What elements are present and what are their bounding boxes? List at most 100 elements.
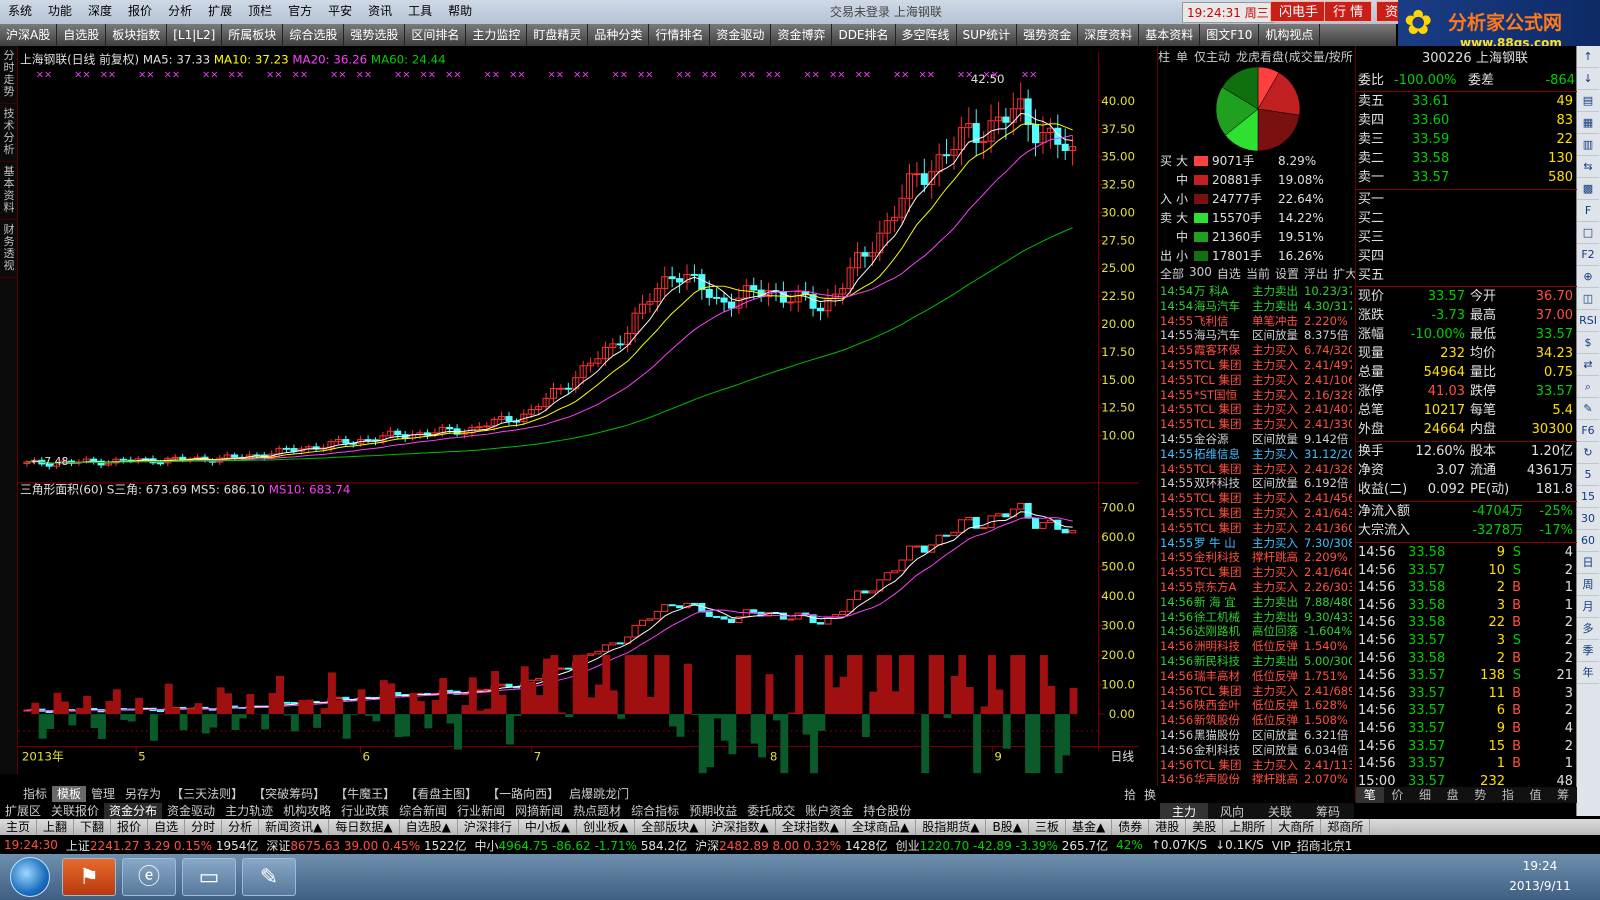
right-tool-button[interactable]: 5 — [1577, 464, 1599, 486]
trade-alert-row[interactable]: 14:56 新 海 宜 主力卖出 7.88/480 — [1158, 595, 1352, 610]
nav-item[interactable]: 全球商品▲ — [846, 819, 917, 835]
nav-item[interactable]: 港股 — [1149, 819, 1187, 835]
toolbar-button[interactable]: 品种分类 — [588, 24, 650, 46]
left-tab[interactable]: 分时走势 — [0, 46, 18, 104]
nav-item[interactable]: 沪深指数▲ — [706, 819, 776, 835]
function-tab[interactable]: 综合新闻 — [394, 803, 452, 819]
right-tool-button[interactable]: ↑ — [1577, 46, 1599, 68]
trade-alert-row[interactable]: 14:55 金利科技 撑杆跳高 2.209% — [1158, 550, 1352, 565]
right-tool-button[interactable]: ▤ — [1577, 90, 1599, 112]
menu-item[interactable]: 功能 — [40, 0, 80, 22]
right-tool-button[interactable]: 日 — [1577, 552, 1599, 574]
function-tab[interactable]: 委托成交 — [742, 803, 800, 819]
menu-item[interactable]: 工具 — [400, 0, 440, 22]
function-tab[interactable]: 资金分布 — [104, 803, 163, 819]
nav-item[interactable]: 郑商所 — [1321, 819, 1371, 835]
right-tool-button[interactable]: □ — [1577, 222, 1599, 244]
trade-alert-row[interactable]: 14:55 海马汽车 区间放量 8.375倍 — [1158, 328, 1352, 343]
function-tab[interactable]: 行业新闻 — [452, 803, 510, 819]
trade-alert-row[interactable]: 14:55 双环科技 区间放量 6.192倍 — [1158, 476, 1352, 491]
toolbar-button[interactable]: 资金博弈 — [771, 24, 833, 46]
trade-alert-row[interactable]: 14:55 京东方A 主力买入 2.26/303 — [1158, 580, 1352, 595]
trade-alert-row[interactable]: 14:56 TCL 集团 主力买入 2.41/689 — [1158, 684, 1352, 699]
index-zx[interactable]: 中小4964.75 -86.62 -1.71% 584.2亿 — [475, 837, 688, 854]
right-tool-button[interactable]: $ — [1577, 332, 1599, 354]
trade-alert-row[interactable]: 14:55 TCL 集团 主力买入 2.41/360 — [1158, 521, 1352, 536]
menu-item[interactable]: 报价 — [120, 0, 160, 22]
right-tool-button[interactable]: ◫ — [1577, 288, 1599, 310]
trade-alert-row[interactable]: 14:56 瑞丰高材 低位反弹 1.751% — [1158, 669, 1352, 684]
right-tool-button[interactable]: F — [1577, 200, 1599, 222]
indicator-tab[interactable]: 【牛魔王】 — [330, 786, 400, 802]
trade-alert-row[interactable]: 14:55 TCL 集团 主力买入 2.41/328 — [1158, 462, 1352, 477]
trade-alert-row[interactable]: 14:55 拓维信息 主力买入 31.12/20 — [1158, 447, 1352, 462]
filter-button[interactable]: 全部 — [1160, 265, 1184, 282]
right-tool-button[interactable]: 15 — [1577, 486, 1599, 508]
right-tool-button[interactable]: ▦ — [1577, 112, 1599, 134]
toolbar-button[interactable]: 沪深A股 — [0, 24, 58, 46]
right-tool-button[interactable]: ✎ — [1577, 398, 1599, 420]
indicator-tab[interactable]: 指标 — [18, 786, 52, 802]
trade-alert-row[interactable]: 14:55 霞客环保 主力买入 6.74/320 — [1158, 343, 1352, 358]
nav-item[interactable]: 分时 — [185, 819, 223, 835]
toolbar-button[interactable]: 基本资料 — [1139, 24, 1201, 46]
filter-button[interactable]: 300 — [1189, 265, 1212, 282]
menu-item[interactable]: 平安 — [320, 0, 360, 22]
quote-tab[interactable]: 笔 — [1356, 787, 1384, 803]
fund-tab[interactable]: 仅主动 — [1194, 48, 1230, 64]
trade-alert-row[interactable]: 14:55 TCL 集团 主力买入 2.41/643 — [1158, 506, 1352, 521]
index-hs[interactable]: 沪深2482.89 8.00 0.32% 1428亿 — [695, 837, 887, 854]
quote-tab[interactable]: 值 — [1522, 787, 1550, 803]
indicator-tab[interactable]: 管理 — [86, 786, 120, 802]
trade-alert-row[interactable]: 14:55 TCL 集团 主力买入 2.41/456 — [1158, 491, 1352, 506]
trade-panel-tab[interactable]: 主力 — [1160, 803, 1209, 819]
nav-item[interactable]: B股▲ — [986, 819, 1029, 835]
trade-alert-row[interactable]: 14:56 华声股份 撑杆跳高 2.070% — [1158, 772, 1352, 784]
nav-item[interactable]: 创业板▲ — [577, 819, 636, 835]
trade-alert-row[interactable]: 14:55 金谷源 区间放量 9.142倍 — [1158, 432, 1352, 447]
menu-item[interactable]: 帮助 — [440, 0, 480, 22]
nav-item[interactable]: 全球指数▲ — [776, 819, 846, 835]
right-tool-button[interactable]: F6 — [1577, 420, 1599, 442]
function-tab[interactable]: 综合指标 — [626, 803, 684, 819]
mini-tab[interactable]: 拾 — [1124, 786, 1136, 803]
menu-item[interactable]: 系统 — [0, 0, 40, 22]
nav-item[interactable]: 自选 — [148, 819, 186, 835]
hangqing-button[interactable]: 行 情 — [1324, 1, 1373, 22]
indicator-tab[interactable]: 【看盘主图】 — [400, 786, 482, 802]
nav-item[interactable]: 上翻 — [37, 819, 75, 835]
toolbar-button[interactable]: DDE排名 — [832, 24, 896, 46]
left-tab[interactable]: 技术分析 — [0, 104, 18, 162]
fund-tab[interactable]: 龙虎看盘(成交量/按所 — [1236, 48, 1353, 64]
toolbar-button[interactable]: 行情排名 — [649, 24, 711, 46]
indicator-tab[interactable]: 【突破筹码】 — [248, 786, 330, 802]
toolbar-button[interactable]: 主力监控 — [466, 24, 528, 46]
right-tool-button[interactable]: ⇄ — [1577, 354, 1599, 376]
trade-panel-tab[interactable]: 筹码 — [1304, 803, 1352, 819]
nav-item[interactable]: 下翻 — [74, 819, 112, 835]
menu-item[interactable]: 官方 — [280, 0, 320, 22]
toolbar-button[interactable]: 深度资料 — [1078, 24, 1140, 46]
right-tool-button[interactable]: 30 — [1577, 508, 1599, 530]
function-tab[interactable]: 账户资金 — [800, 803, 858, 819]
toolbar-button[interactable]: 板块指数 — [106, 24, 168, 46]
right-tool-button[interactable]: ↓ — [1577, 68, 1599, 90]
right-tool-button[interactable]: 多 — [1577, 618, 1599, 640]
quote-tab[interactable]: 筹 — [1549, 787, 1577, 803]
toolbar-button[interactable]: SUP统计 — [957, 24, 1018, 46]
indicator-tab[interactable]: 【三天法则】 — [166, 786, 248, 802]
index-sz[interactable]: 深证8675.63 39.00 0.45% 1522亿 — [266, 837, 466, 854]
nav-item[interactable]: 中小板▲ — [519, 819, 578, 835]
right-tool-button[interactable]: ⊕ — [1577, 266, 1599, 288]
quote-tab[interactable]: 细 — [1411, 787, 1439, 803]
left-tab[interactable]: 财务透视 — [0, 220, 18, 278]
start-button[interactable] — [10, 857, 50, 897]
trade-alert-row[interactable]: 14:56 徐工机械 主力卖出 9.30/433 — [1158, 610, 1352, 625]
right-tool-button[interactable]: ↻ — [1577, 442, 1599, 464]
mini-tab[interactable]: 换 — [1144, 786, 1156, 803]
trade-panel-tab[interactable]: 风向 — [1208, 803, 1256, 819]
right-tool-button[interactable]: F2 — [1577, 244, 1599, 266]
nav-item[interactable]: 大商所 — [1272, 819, 1322, 835]
trade-alert-row[interactable]: 14:54 万 科A 主力卖出 10.23/37 — [1158, 284, 1352, 299]
trade-alert-row[interactable]: 14:55 TCL 集团 主力买入 2.41/330 — [1158, 417, 1352, 432]
